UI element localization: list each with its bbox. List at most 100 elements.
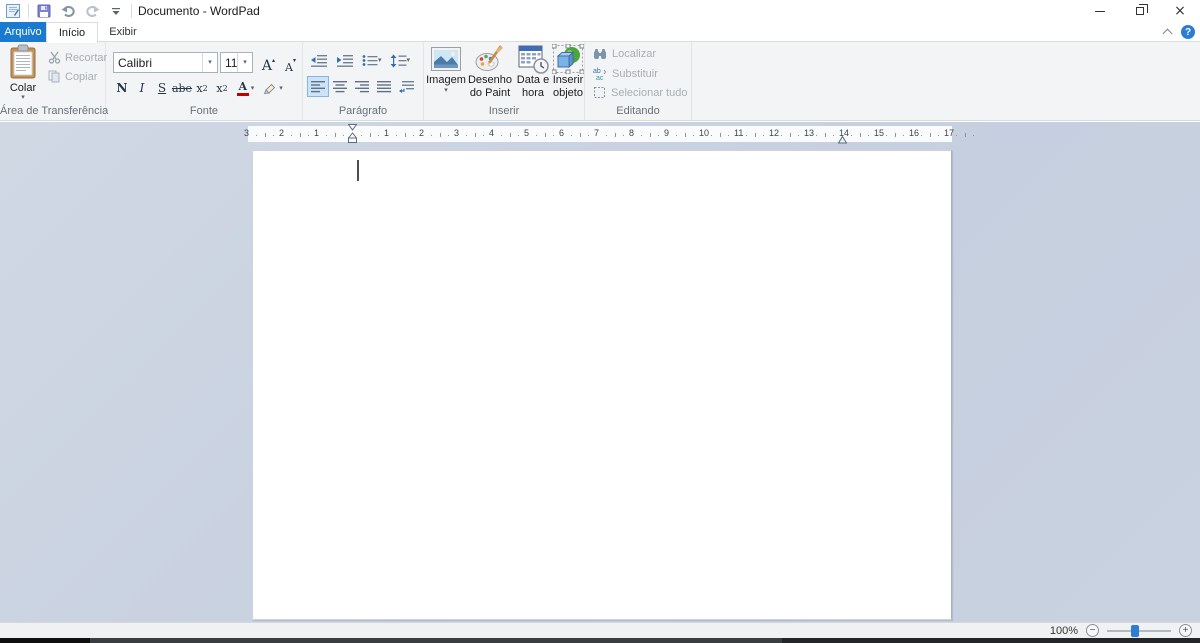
zoom-controls: 100% − + xyxy=(1050,623,1192,638)
subscript-button[interactable]: x2 xyxy=(192,78,212,98)
tab-arquivo[interactable]: Arquivo xyxy=(0,22,46,42)
ruler-half-tick xyxy=(964,133,966,137)
zoom-slider-thumb[interactable] xyxy=(1131,624,1139,637)
redo-icon[interactable] xyxy=(83,2,101,20)
align-center-button[interactable] xyxy=(329,76,351,97)
font-format-row: N I S abe x2 x2 A ▾ ▾ xyxy=(112,78,286,98)
font-family-dropdown-button[interactable]: ▾ xyxy=(202,53,217,72)
object-label-line2: objeto xyxy=(553,87,583,99)
binoculars-icon xyxy=(593,48,607,60)
clipboard-paste-icon xyxy=(8,44,38,80)
insert-object-button[interactable]: Inserir objeto xyxy=(552,44,584,100)
font-color-button[interactable]: A ▾ xyxy=(232,78,259,98)
list-button[interactable]: ▾ xyxy=(359,50,385,71)
close-button[interactable]: × xyxy=(1160,0,1200,22)
quick-access-toolbar xyxy=(0,2,132,20)
decrease-indent-button[interactable] xyxy=(307,50,331,71)
ruler-half-tick xyxy=(264,133,266,137)
cut-button[interactable]: Recortar xyxy=(48,51,107,64)
ruler-number: 12 xyxy=(769,128,780,138)
shrink-font-button[interactable]: A ▾ xyxy=(280,52,301,73)
taskbar-edge xyxy=(0,638,1200,643)
first-line-indent-marker[interactable] xyxy=(348,124,357,144)
replace-icon: ab ac xyxy=(593,67,607,80)
help-button[interactable]: ? xyxy=(1181,25,1195,39)
wordpad-app-icon[interactable] xyxy=(4,2,22,20)
grow-font-button[interactable]: A ▴ xyxy=(258,52,279,73)
qat-customize-icon[interactable] xyxy=(107,2,125,20)
increase-indent-button[interactable] xyxy=(333,50,357,71)
ruler-half-tick xyxy=(474,133,476,137)
font-color-icon: A xyxy=(236,81,249,96)
scissors-icon xyxy=(48,51,61,64)
workspace: 3 2 1 1 2 3 4 5 6 7 8 9 10 11 12 13 14 15 16 17 xyxy=(0,122,1200,622)
underline-button[interactable]: S xyxy=(152,78,172,98)
ruler-quarter-dot xyxy=(693,135,695,136)
document-page[interactable] xyxy=(252,150,952,620)
ruler-number: 2 xyxy=(419,128,425,138)
ruler-quarter-dot xyxy=(903,135,905,136)
font-color-bar xyxy=(236,92,249,96)
italic-button[interactable]: I xyxy=(132,78,152,98)
collapse-ribbon-icon[interactable] xyxy=(1162,26,1174,38)
highlight-color-button[interactable]: ▾ xyxy=(259,78,286,98)
group-label-editing: Editando xyxy=(616,105,660,117)
ruler-quarter-dot xyxy=(728,135,730,136)
save-icon[interactable] xyxy=(35,2,53,20)
paint-drawing-button[interactable]: Desenho do Paint xyxy=(466,44,514,100)
ruler-quarter-dot xyxy=(378,135,380,136)
ruler-quarter-dot xyxy=(640,135,642,136)
align-right-button[interactable] xyxy=(351,76,373,97)
ruler-number: 2 xyxy=(279,128,285,138)
window-controls: × xyxy=(1080,0,1200,22)
zoom-out-button[interactable]: − xyxy=(1086,624,1099,637)
zoom-slider[interactable] xyxy=(1107,624,1171,637)
svg-text:ac: ac xyxy=(596,75,604,80)
ruler-half-tick xyxy=(579,133,581,137)
group-font: Calibri ▾ 11 ▾ A ▴ A ▾ N I S abe x2 x2 A… xyxy=(106,42,303,120)
line-spacing-button[interactable]: ▾ xyxy=(387,50,414,71)
select-all-button[interactable]: Selecionar tudo xyxy=(593,86,687,99)
font-family-combobox[interactable]: Calibri ▾ xyxy=(113,52,218,73)
font-size-dropdown-button[interactable]: ▾ xyxy=(237,53,252,72)
font-size-combobox[interactable]: 11 ▾ xyxy=(220,52,253,73)
zoom-in-button[interactable]: + xyxy=(1179,624,1192,637)
bold-button[interactable]: N xyxy=(112,78,132,98)
ruler-quarter-dot xyxy=(675,135,677,136)
paragraph-row2 xyxy=(307,76,418,97)
date-time-button[interactable]: Data e hora xyxy=(514,44,552,100)
replace-button[interactable]: ab ac Substituir xyxy=(593,67,658,81)
tab-inicio[interactable]: Início xyxy=(46,22,98,43)
select-all-icon xyxy=(593,86,606,99)
chevron-down-icon: ▾ xyxy=(243,58,247,66)
find-button[interactable]: Localizar xyxy=(593,48,656,60)
paragraph-settings-button[interactable] xyxy=(395,76,418,97)
ruler-quarter-dot xyxy=(973,135,975,136)
justify-button[interactable] xyxy=(373,76,395,97)
zoom-percentage: 100% xyxy=(1049,624,1078,637)
ruler-number: 8 xyxy=(629,128,635,138)
minimize-button[interactable] xyxy=(1080,0,1120,22)
ruler-quarter-dot xyxy=(955,135,957,136)
ruler-number: 10 xyxy=(699,128,710,138)
superscript-button[interactable]: x2 xyxy=(212,78,232,98)
paste-dropdown-caret: ▾ xyxy=(21,93,25,101)
datetime-label-line1: Data e xyxy=(516,74,550,86)
copy-button[interactable]: Copiar xyxy=(48,70,97,83)
window-title: Documento - WordPad xyxy=(138,4,260,18)
restore-button[interactable] xyxy=(1120,0,1160,22)
line-spacing-icon xyxy=(390,54,407,68)
subscript-mark: 2 xyxy=(202,83,208,93)
close-icon: × xyxy=(1174,3,1186,19)
align-left-button[interactable] xyxy=(307,76,329,97)
undo-icon[interactable] xyxy=(59,2,77,20)
tab-exibir[interactable]: Exibir xyxy=(98,22,148,42)
paste-button[interactable]: Colar ▾ xyxy=(2,44,44,104)
ruler-half-tick xyxy=(614,133,616,137)
ruler-quarter-dot xyxy=(360,135,362,136)
strikethrough-button[interactable]: abe xyxy=(172,78,192,98)
ruler-quarter-dot xyxy=(938,135,940,136)
paragraph-row1: ▾ ▾ xyxy=(307,50,413,71)
insert-image-button[interactable]: Imagem ▾ xyxy=(426,44,466,94)
title-bar: Documento - WordPad × xyxy=(0,0,1200,22)
